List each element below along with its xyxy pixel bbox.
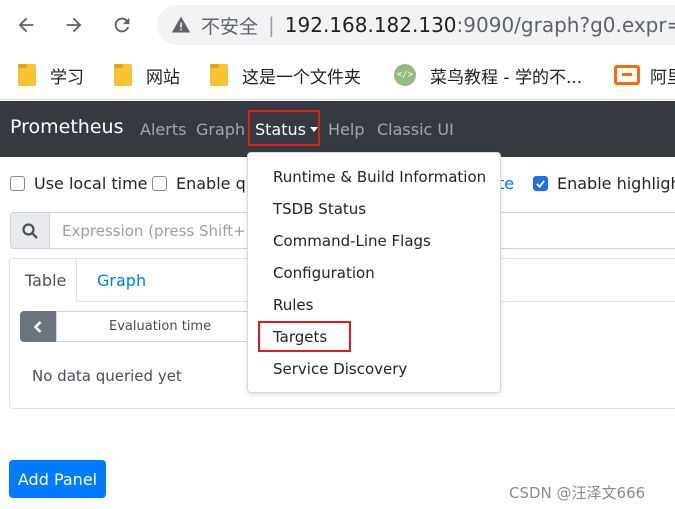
insecure-label: 不安全 xyxy=(201,15,259,38)
menu-item-service-discovery[interactable]: Service Discovery xyxy=(248,353,500,385)
bookmark-study[interactable]: 学习 xyxy=(18,62,84,88)
url-path: :9090/graph?g0.expr= xyxy=(456,13,675,37)
nav-classic-ui[interactable]: Classic UI xyxy=(377,120,454,139)
page: 不安全 | 192.168.182.130 :9090/graph?g0.exp… xyxy=(0,0,675,509)
enable-highlighting-checkbox[interactable]: Enable highlighti xyxy=(533,174,675,193)
option-label: Use local time xyxy=(34,174,148,193)
menu-item-targets[interactable]: Targets xyxy=(248,321,500,353)
menu-item-command-line-flags[interactable]: Command-Line Flags xyxy=(248,225,500,257)
nav-help[interactable]: Help xyxy=(328,120,364,139)
tab-graph[interactable]: Graph xyxy=(82,259,161,302)
no-data-message: No data queried yet xyxy=(32,367,182,385)
bookmark-runoob[interactable]: </> 菜鸟教程 - 学的不... xyxy=(394,62,582,88)
menu-item-tsdb-status[interactable]: TSDB Status xyxy=(248,193,500,225)
use-local-time-checkbox[interactable]: Use local time xyxy=(10,174,148,193)
status-dropdown-menu: Runtime & Build Information TSDB Status … xyxy=(247,152,501,393)
arrow-left-icon xyxy=(18,17,34,33)
bookmark-aliyun[interactable]: 阿里 xyxy=(614,62,675,88)
browser-toolbar: 不安全 | 192.168.182.130 :9090/graph?g0.exp… xyxy=(0,0,675,50)
bookmarks-bar: 学习 网站 这是一个文件夹 </> 菜鸟教程 - 学的不... 阿里 xyxy=(0,50,675,100)
menu-item-configuration[interactable]: Configuration xyxy=(248,257,500,289)
add-panel-button[interactable]: Add Panel xyxy=(9,460,106,498)
url-host: 192.168.182.130 xyxy=(284,13,457,37)
reload-button[interactable] xyxy=(107,10,137,40)
folder-icon xyxy=(114,64,132,86)
checkbox-unchecked-icon xyxy=(10,176,25,191)
chevron-left-icon xyxy=(33,320,42,333)
forward-button[interactable] xyxy=(59,10,89,40)
nav-graph[interactable]: Graph xyxy=(196,120,245,139)
menu-item-rules[interactable]: Rules xyxy=(248,289,500,321)
aliyun-icon xyxy=(614,65,640,85)
navbar: Prometheus Alerts Graph Status Help Clas… xyxy=(0,101,675,157)
checkbox-checked-icon xyxy=(533,176,548,191)
folder-icon xyxy=(210,64,228,86)
caret-down-icon xyxy=(309,127,318,132)
bookmark-sites[interactable]: 网站 xyxy=(114,62,180,88)
address-bar[interactable]: 不安全 | 192.168.182.130 :9090/graph?g0.exp… xyxy=(157,5,675,45)
back-button[interactable] xyxy=(11,10,41,40)
checkbox-unchecked-icon xyxy=(152,176,167,191)
nav-status-dropdown[interactable]: Status xyxy=(255,120,318,139)
search-addon xyxy=(10,212,50,249)
nav-alerts[interactable]: Alerts xyxy=(140,120,186,139)
url-separator: | xyxy=(268,13,275,37)
tab-table[interactable]: Table xyxy=(9,258,77,302)
folder-icon xyxy=(18,64,36,86)
nav-status-label: Status xyxy=(255,120,306,139)
warning-icon xyxy=(171,15,191,35)
reload-icon xyxy=(114,17,130,33)
brand-logo[interactable]: Prometheus xyxy=(10,116,123,138)
bookmark-label: 菜鸟教程 - 学的不... xyxy=(430,67,583,88)
watermark: CSDN @汪泽文666 xyxy=(509,484,646,502)
search-icon xyxy=(22,222,38,239)
arrow-right-icon xyxy=(66,17,82,33)
bookmark-label: 网站 xyxy=(146,67,180,88)
bookmark-label: 学习 xyxy=(50,67,84,88)
bookmark-folder[interactable]: 这是一个文件夹 xyxy=(210,62,361,88)
option-label: Enable highlighti xyxy=(557,174,675,193)
bookmark-label: 阿里 xyxy=(650,67,675,88)
menu-item-runtime-build-info[interactable]: Runtime & Build Information xyxy=(248,161,500,193)
bookmark-label: 这是一个文件夹 xyxy=(242,67,361,88)
runoob-icon: </> xyxy=(394,64,416,86)
eval-time-back-button[interactable] xyxy=(20,311,56,342)
